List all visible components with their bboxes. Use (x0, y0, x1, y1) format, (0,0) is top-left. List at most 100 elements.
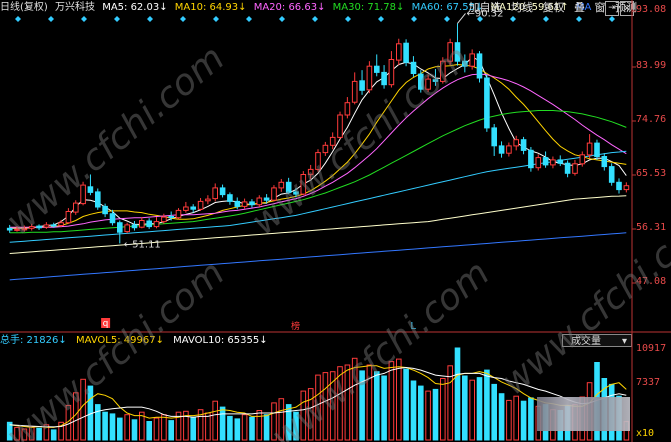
candle (359, 80, 365, 91)
event-marker[interactable] (48, 16, 54, 22)
candle (241, 201, 248, 207)
volume-bar (95, 404, 101, 441)
event-marker[interactable] (81, 16, 87, 22)
volume-bar (117, 417, 123, 441)
candle (601, 156, 608, 168)
candle (572, 163, 578, 174)
event-marker[interactable] (444, 16, 450, 22)
candle (102, 205, 108, 215)
volume-bar (190, 416, 196, 441)
volume-bar (205, 412, 211, 441)
candle (542, 157, 549, 166)
event-marker[interactable] (279, 16, 285, 22)
event-marker[interactable] (15, 16, 21, 22)
candle (73, 202, 79, 213)
event-marker[interactable] (609, 16, 615, 22)
candle (586, 142, 593, 156)
candle (506, 145, 512, 154)
volume-bar (476, 377, 483, 441)
candle (197, 200, 204, 210)
event-marker[interactable] (510, 16, 516, 22)
volume-bar (462, 375, 468, 441)
ma-line-ma120 (9, 195, 627, 254)
candle (388, 59, 395, 86)
event-marker[interactable] (147, 16, 153, 22)
candle (381, 71, 387, 86)
candle (139, 220, 145, 228)
candle (109, 213, 116, 224)
candle (117, 222, 123, 233)
candle (491, 127, 497, 147)
volume-bar (410, 380, 417, 441)
volume-bar (212, 400, 218, 441)
candle (498, 145, 505, 154)
event-marker[interactable] (378, 16, 384, 22)
volume-bar (454, 347, 461, 441)
candle (608, 166, 615, 183)
volume-bar (491, 383, 497, 441)
volume-bar (520, 400, 527, 441)
volume-bar (432, 388, 439, 441)
candle (396, 43, 402, 61)
candle (227, 194, 233, 202)
volume-bar (168, 420, 174, 441)
volume-bar (131, 419, 138, 441)
candle (212, 187, 218, 200)
candle (219, 187, 226, 196)
rank-marker[interactable]: 榜 (291, 320, 300, 332)
volume-bar (102, 411, 108, 441)
candle (58, 222, 64, 226)
candle (564, 162, 571, 174)
event-marker[interactable] (114, 16, 120, 22)
volume-bar (469, 379, 475, 441)
candle (175, 209, 182, 219)
volume-bar (528, 397, 534, 441)
volume-bar (124, 414, 131, 441)
volume-bar (227, 415, 233, 441)
volume-bar (249, 416, 255, 441)
candle (520, 139, 527, 151)
volume-bar (498, 393, 505, 441)
candle (153, 221, 160, 228)
candle (403, 42, 409, 63)
event-marker[interactable] (345, 16, 351, 22)
volume-bar (219, 406, 226, 441)
candle (535, 157, 542, 169)
candle (623, 185, 630, 191)
candle (205, 198, 211, 202)
candle (557, 159, 564, 164)
candle (476, 53, 483, 79)
candle (484, 77, 490, 129)
volume-bar (161, 414, 167, 441)
candle (366, 65, 373, 91)
event-marker[interactable] (213, 16, 219, 22)
ma-line-ma250 (9, 232, 627, 281)
volume-bar (396, 358, 402, 441)
volume-bar (403, 368, 409, 441)
volume-bar (381, 375, 387, 441)
candle (6, 227, 13, 231)
event-marker[interactable] (246, 16, 252, 22)
volume-bar (234, 418, 241, 441)
candle (131, 224, 138, 229)
candle (344, 102, 351, 116)
candle (50, 224, 57, 227)
event-marker[interactable] (576, 16, 582, 22)
event-marker[interactable] (543, 16, 549, 22)
event-marker[interactable] (180, 16, 186, 22)
candle (161, 216, 167, 223)
candle (190, 206, 196, 210)
volume-bar (484, 369, 490, 441)
volume-bar (513, 395, 520, 441)
volume-bar (256, 410, 263, 441)
event-marker[interactable] (312, 16, 318, 22)
candle (65, 211, 72, 224)
candle (513, 139, 520, 147)
volume-bar (425, 390, 431, 441)
candle (124, 224, 131, 233)
event-marker[interactable] (411, 16, 417, 22)
candle (168, 216, 174, 219)
candle (95, 191, 101, 208)
candle (183, 206, 189, 211)
volume-bar (153, 417, 160, 441)
